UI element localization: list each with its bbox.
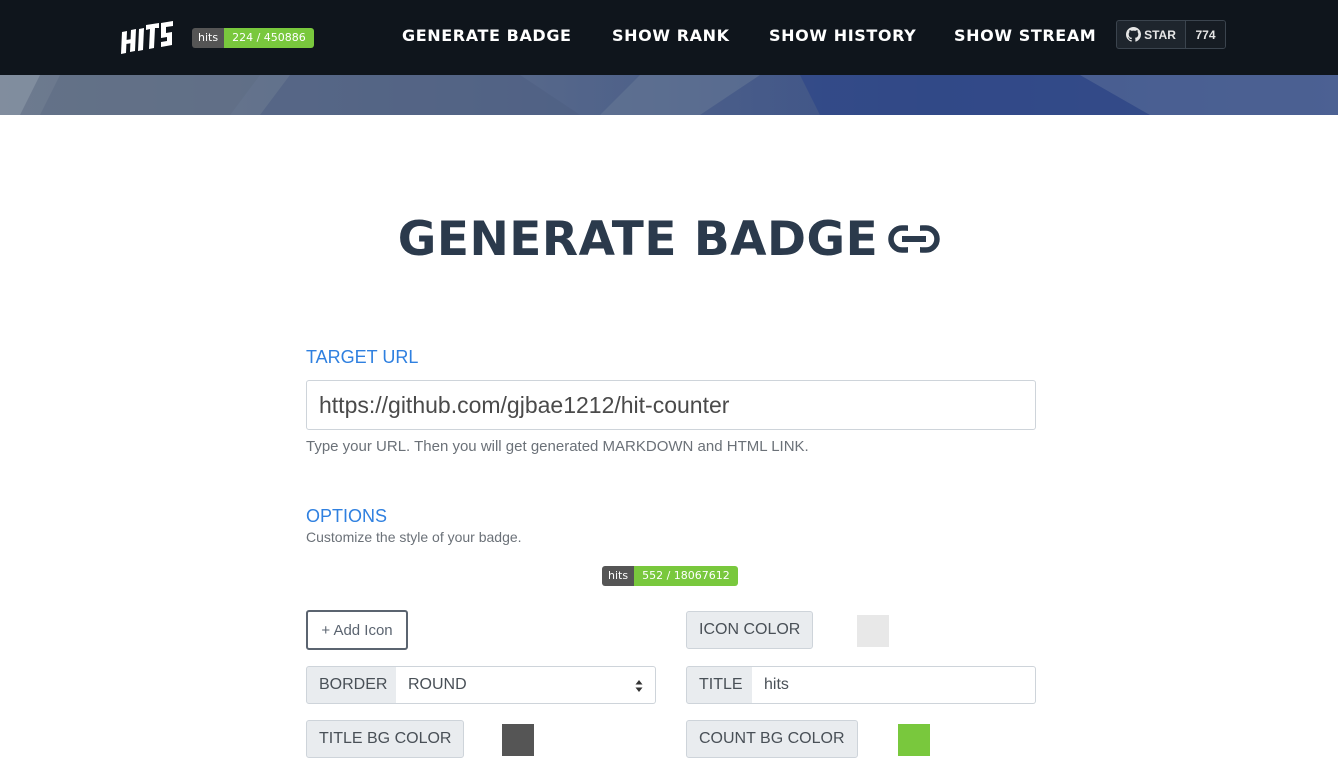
add-icon-button[interactable]: + Add Icon [306,610,408,650]
page-title: GENERATE BADGE [0,212,1338,267]
count-bg-color-swatch[interactable] [898,724,930,756]
count-bg-color-label: COUNT BG COLOR [686,720,858,758]
title-bg-color-label: TITLE BG COLOR [306,720,465,758]
icon-color-swatch[interactable] [857,615,889,647]
badge-title: hits [192,28,225,48]
border-label: BORDER [306,666,401,704]
star-label-area[interactable]: STAR [1117,21,1186,48]
github-star-button[interactable]: STAR 774 [1116,20,1226,49]
star-label: STAR [1144,27,1176,42]
page-title-text: GENERATE BADGE [397,212,879,267]
nav-show-stream[interactable]: SHOW STREAM [954,26,1096,45]
hero-banner [0,75,1338,115]
target-url-input[interactable]: https://github.com/gjbae1212/hit-counter [306,380,1036,430]
preview-badge-title: hits [602,566,635,586]
border-select[interactable]: ROUND [396,666,656,704]
border-select-value: ROUND [408,676,467,693]
options-subtitle: Customize the style of your badge. [306,529,522,545]
link-icon [888,223,940,254]
select-arrows-icon [635,680,643,692]
nav-generate-badge[interactable]: GENERATE BADGE [402,26,572,45]
title-label: TITLE [686,666,756,704]
icon-color-label: ICON COLOR [686,611,814,649]
target-url-help: Type your URL. Then you will get generat… [306,438,809,455]
options-label: OPTIONS [306,506,388,526]
nav-show-rank[interactable]: SHOW RANK [612,26,730,45]
preview-badge-count: 552 / 18067612 [634,566,738,586]
nav-show-history[interactable]: SHOW HISTORY [769,26,916,45]
top-navbar: hits 224 / 450886 GENERATE BADGE SHOW RA… [0,0,1338,75]
title-input[interactable]: hits [752,666,1036,704]
star-count[interactable]: 774 [1186,21,1225,48]
preview-badge: hits 552 / 18067612 [602,566,738,586]
nav-hits-badge: hits 224 / 450886 [192,28,314,48]
target-url-label: TARGET URL [306,347,419,367]
hits-logo[interactable] [120,20,174,56]
github-icon [1126,27,1142,42]
badge-count: 224 / 450886 [224,28,314,48]
title-bg-color-swatch[interactable] [502,724,534,756]
